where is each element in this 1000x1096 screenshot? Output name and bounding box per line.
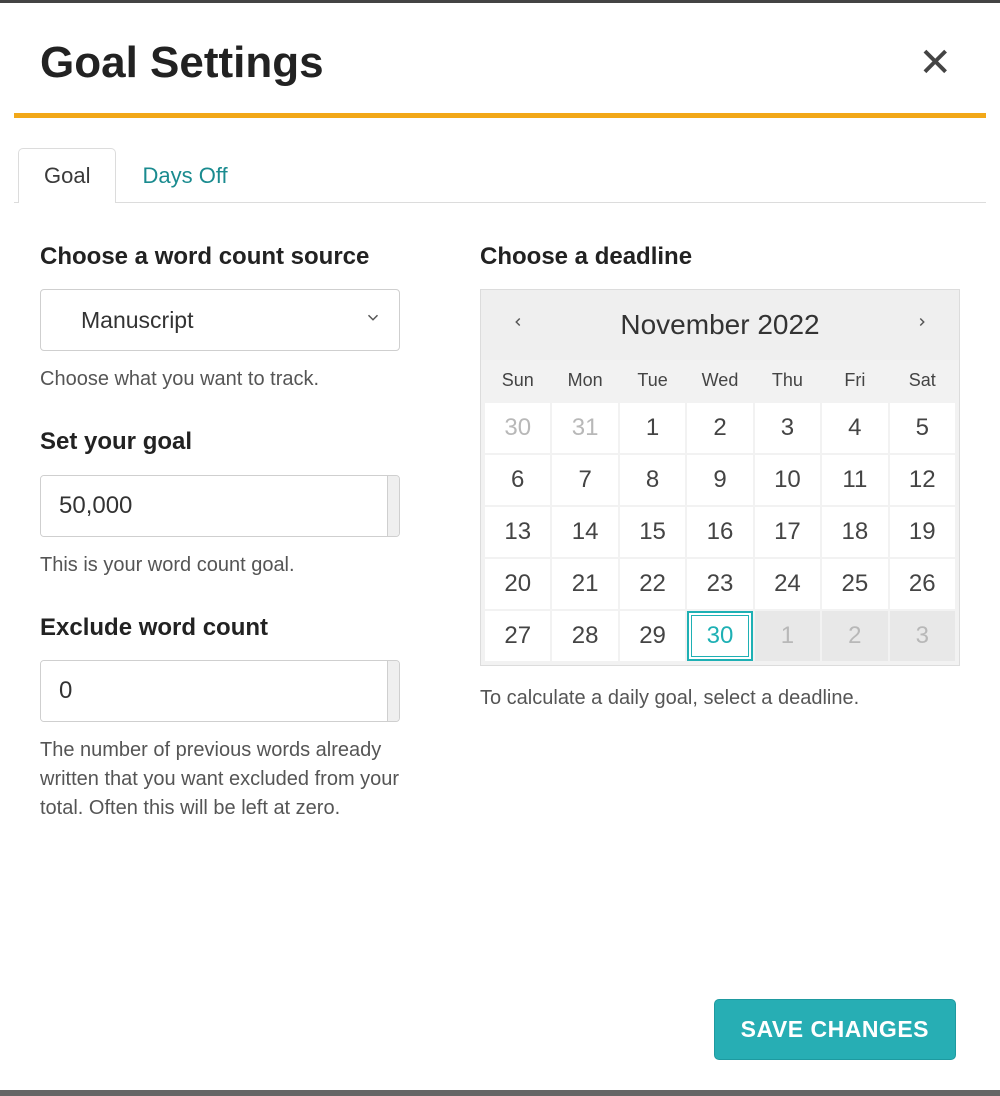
calendar-day[interactable]: 3 xyxy=(890,611,955,661)
calendar-day[interactable]: 25 xyxy=(822,559,887,609)
deadline-heading: Choose a deadline xyxy=(480,241,960,273)
save-button[interactable]: SAVE CHANGES xyxy=(714,999,956,1060)
calendar-day[interactable]: 1 xyxy=(620,403,685,453)
calendar-day[interactable]: 19 xyxy=(890,507,955,557)
calendar-day[interactable]: 31 xyxy=(552,403,617,453)
calendar-day[interactable]: 3 xyxy=(755,403,820,453)
calendar-day[interactable]: 4 xyxy=(822,403,887,453)
chevron-left-icon xyxy=(511,316,525,338)
calendar-day[interactable]: 5 xyxy=(890,403,955,453)
source-select[interactable]: Manuscript xyxy=(40,289,400,351)
calendar-dow: Sat xyxy=(890,360,955,401)
calendar-day[interactable]: 8 xyxy=(620,455,685,505)
deadline-helper: To calculate a daily goal, select a dead… xyxy=(480,684,960,713)
calendar-day[interactable]: 16 xyxy=(687,507,752,557)
exclude-helper: The number of previous words already wri… xyxy=(40,736,420,823)
goal-heading: Set your goal xyxy=(40,426,420,458)
tabs: Goal Days Off xyxy=(14,148,986,203)
goal-suffix: words xyxy=(387,476,400,536)
exclude-input[interactable] xyxy=(41,661,387,721)
calendar-day[interactable]: 2 xyxy=(822,611,887,661)
tab-goal[interactable]: Goal xyxy=(18,148,116,203)
calendar-day[interactable]: 30 xyxy=(687,611,752,661)
calendar: November 2022 SunMonTueWedThuFriSat30311… xyxy=(480,289,960,666)
calendar-month-label: November 2022 xyxy=(620,309,819,341)
modal-title: Goal Settings xyxy=(40,38,324,88)
calendar-day[interactable]: 18 xyxy=(822,507,887,557)
accent-rule xyxy=(14,113,986,118)
calendar-day[interactable]: 17 xyxy=(755,507,820,557)
calendar-day[interactable]: 13 xyxy=(485,507,550,557)
source-heading: Choose a word count source xyxy=(40,241,420,273)
chevron-right-icon xyxy=(915,316,929,338)
close-button[interactable]: ✕ xyxy=(914,39,956,87)
prev-month-button[interactable] xyxy=(511,311,525,339)
calendar-day[interactable]: 27 xyxy=(485,611,550,661)
calendar-dow: Sun xyxy=(485,360,550,401)
calendar-day[interactable]: 23 xyxy=(687,559,752,609)
calendar-day[interactable]: 6 xyxy=(485,455,550,505)
source-helper: Choose what you want to track. xyxy=(40,365,420,394)
calendar-day[interactable]: 1 xyxy=(755,611,820,661)
close-icon: ✕ xyxy=(918,41,952,85)
exclude-suffix: words xyxy=(387,661,400,721)
calendar-day[interactable]: 26 xyxy=(890,559,955,609)
calendar-day[interactable]: 22 xyxy=(620,559,685,609)
calendar-day[interactable]: 11 xyxy=(822,455,887,505)
calendar-day[interactable]: 21 xyxy=(552,559,617,609)
calendar-day[interactable]: 10 xyxy=(755,455,820,505)
calendar-day[interactable]: 29 xyxy=(620,611,685,661)
modal-header: Goal Settings ✕ xyxy=(14,3,986,113)
next-month-button[interactable] xyxy=(915,311,929,339)
calendar-day[interactable]: 28 xyxy=(552,611,617,661)
tab-days-off[interactable]: Days Off xyxy=(116,148,253,203)
source-select-value: Manuscript xyxy=(81,307,193,334)
calendar-day[interactable]: 15 xyxy=(620,507,685,557)
calendar-day[interactable]: 30 xyxy=(485,403,550,453)
goal-input[interactable] xyxy=(41,476,387,536)
calendar-dow: Wed xyxy=(687,360,752,401)
exclude-heading: Exclude word count xyxy=(40,612,420,644)
calendar-day[interactable]: 2 xyxy=(687,403,752,453)
calendar-dow: Thu xyxy=(755,360,820,401)
calendar-day[interactable]: 14 xyxy=(552,507,617,557)
calendar-day[interactable]: 20 xyxy=(485,559,550,609)
calendar-day[interactable]: 9 xyxy=(687,455,752,505)
calendar-dow: Fri xyxy=(822,360,887,401)
goal-settings-modal: Goal Settings ✕ Goal Days Off Choose a w… xyxy=(0,0,1000,1096)
calendar-dow: Tue xyxy=(620,360,685,401)
goal-helper: This is your word count goal. xyxy=(40,551,420,580)
calendar-day[interactable]: 7 xyxy=(552,455,617,505)
calendar-day[interactable]: 24 xyxy=(755,559,820,609)
calendar-dow: Mon xyxy=(552,360,617,401)
calendar-day[interactable]: 12 xyxy=(890,455,955,505)
